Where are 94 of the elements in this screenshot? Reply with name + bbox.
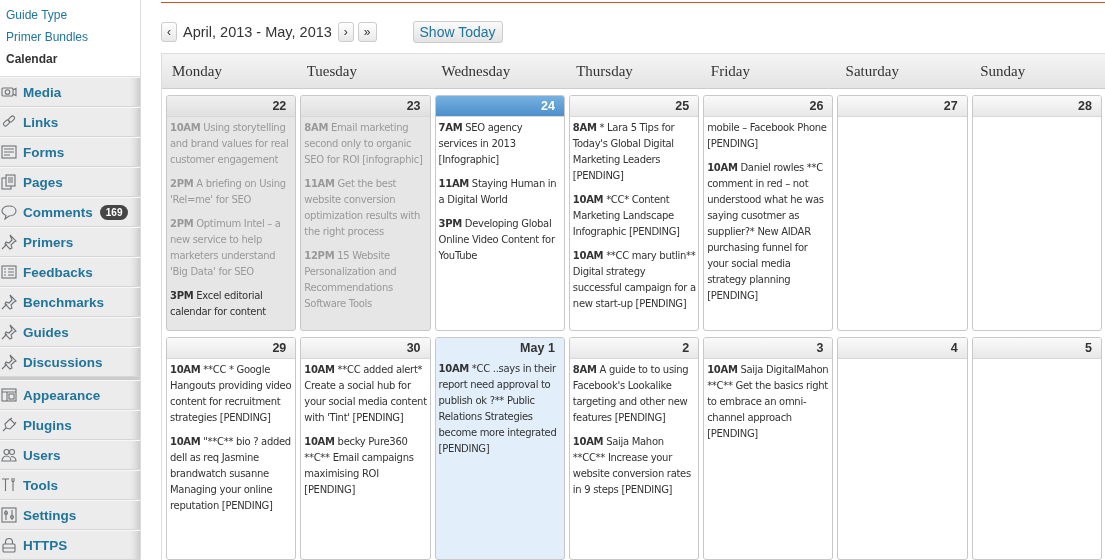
submenu-link[interactable]: Primer Bundles bbox=[0, 26, 140, 48]
settings-icon bbox=[1, 507, 17, 523]
plug-icon bbox=[1, 417, 17, 433]
day-number: 2 bbox=[569, 338, 699, 359]
event-entry[interactable]: 7AM SEO agency services in 2013 [Infographic] bbox=[438, 120, 562, 168]
form-icon bbox=[1, 144, 17, 160]
event-entry[interactable]: 10AM "**C** bio ? added dell as req Jasmine brandwatch susanne Managing your online reputation [PENDING] bbox=[170, 434, 294, 514]
submenu-link[interactable]: Guide Type bbox=[0, 4, 140, 26]
pushpin-icon bbox=[1, 234, 17, 250]
day-number: 3 bbox=[704, 338, 833, 359]
event-entry[interactable]: mobile – Facebook Phone [PENDING] bbox=[707, 120, 831, 152]
menu-item[interactable]: Links bbox=[0, 107, 140, 137]
day-number: 4 bbox=[838, 338, 967, 359]
day-number: 5 bbox=[972, 338, 1101, 359]
menu-label: Benchmarks bbox=[23, 294, 105, 310]
weekday-header: Sunday bbox=[979, 62, 1027, 80]
menu-label: Forms bbox=[23, 144, 65, 160]
event-entry[interactable]: 3PM Excel editorial calendar for content bbox=[170, 288, 294, 320]
event-entry[interactable]: 8AM * Lara 5 Tips for Today's Global Digital Marketing Leaders [PENDING] bbox=[572, 120, 697, 184]
submenu-link[interactable]: Calendar bbox=[0, 48, 140, 70]
day-number: 25 bbox=[569, 96, 699, 117]
count-badge: 169 bbox=[99, 204, 129, 220]
weekday-header: Wednesday bbox=[440, 62, 512, 80]
day-number: 24 bbox=[435, 96, 564, 117]
menu-item[interactable]: HTTPS bbox=[0, 530, 140, 560]
menu-item[interactable]: Guides bbox=[0, 317, 140, 347]
menu-item[interactable]: Primers bbox=[0, 227, 140, 257]
day-number: 28 bbox=[972, 96, 1101, 117]
skip-forward-button[interactable]: » bbox=[357, 22, 377, 42]
menu-item[interactable]: Pages bbox=[0, 167, 140, 197]
speech-bubble-icon bbox=[1, 204, 17, 220]
event-entry[interactable]: 10AM *CC ..says in their report need approval to publish ok ?** Public Relations Strategies become more integrated [PENDING] bbox=[438, 361, 562, 457]
menu-label: Settings bbox=[23, 507, 77, 523]
menu-label: Comments bbox=[23, 204, 93, 220]
show-today-button[interactable]: Show Today bbox=[412, 21, 503, 43]
menu-label: Primers bbox=[23, 234, 74, 250]
menu-label: Discussions bbox=[23, 354, 103, 370]
weekday-header: Saturday bbox=[844, 62, 900, 80]
previous-button[interactable]: ‹ bbox=[161, 22, 177, 42]
event-entry[interactable]: 10AM **CC * Google Hangouts providing video content for recruitment strategies [PENDING] bbox=[170, 362, 294, 426]
next-button[interactable]: › bbox=[337, 22, 354, 42]
menu-label: Feedbacks bbox=[23, 264, 93, 280]
users-icon bbox=[1, 447, 17, 463]
menu-item[interactable]: Feedbacks bbox=[0, 257, 140, 287]
layout-icon bbox=[1, 387, 17, 403]
menu-item[interactable]: Forms bbox=[0, 137, 140, 167]
day-number: 30 bbox=[301, 338, 430, 359]
weekday-header: Friday bbox=[709, 62, 751, 80]
event-entry[interactable]: 3PM Developing Global Online Video Content for YouTube bbox=[438, 216, 562, 264]
menu-item[interactable]: Settings bbox=[0, 500, 140, 530]
day-number: 22 bbox=[167, 96, 296, 117]
menu-label: Tools bbox=[23, 477, 58, 493]
day-number: 29 bbox=[167, 338, 296, 359]
menu-item[interactable]: Discussions bbox=[0, 347, 140, 377]
menu-item[interactable]: Media bbox=[0, 77, 140, 107]
event-entry[interactable]: 10AM **CC mary butlin** Digital strategy successful campaign for a new start-up [PENDING] bbox=[572, 248, 697, 312]
event-entry[interactable]: 10AM **CC added alert* Create a social hub for your social media content with 'Tint' [PENDING] bbox=[304, 362, 428, 426]
menu-label: Plugins bbox=[23, 417, 72, 433]
pushpin-icon bbox=[1, 294, 17, 310]
event-entry[interactable]: 10AM Daniel rowles **C comment in red – not understood what he was saying cusotmer as supplier?* New AIDAR purchasing funnel for your social media strategy planning [PENDING] bbox=[707, 160, 831, 304]
day-number: 27 bbox=[838, 96, 967, 117]
event-entry[interactable]: 10AM becky Pure360 **C** Email campaigns maximising ROI [PENDING] bbox=[304, 434, 428, 498]
menu-item[interactable]: Users bbox=[0, 440, 140, 470]
event-entry[interactable]: 10AM Saija Mahon **CC** Increase your website conversion rates in 9 steps [PENDING] bbox=[572, 434, 697, 498]
weekday-header: Thursday bbox=[575, 62, 634, 80]
chain-icon bbox=[1, 114, 17, 130]
menu-label: HTTPS bbox=[23, 537, 68, 553]
tools-icon bbox=[1, 477, 17, 493]
list-icon bbox=[1, 264, 17, 280]
date-range: April, 2013 - May, 2013 bbox=[183, 24, 332, 40]
pushpin-icon bbox=[1, 354, 17, 370]
day-number: May 1 bbox=[435, 338, 564, 358]
weekday-header: Monday bbox=[171, 62, 223, 80]
menu-label: Links bbox=[23, 114, 59, 130]
padlock-icon bbox=[1, 537, 17, 553]
menu-label: Guides bbox=[23, 324, 69, 340]
menu-item[interactable]: Appearance bbox=[0, 380, 140, 410]
event-entry[interactable]: 10AM *CC* Content Marketing Landscape Infographic [PENDING] bbox=[572, 192, 697, 240]
menu-label: Appearance bbox=[23, 387, 101, 403]
day-number: 23 bbox=[301, 96, 430, 117]
menu-item[interactable]: Tools bbox=[0, 470, 140, 500]
menu-label: Pages bbox=[23, 174, 63, 190]
weekday-header: Tuesday bbox=[305, 62, 358, 80]
menu-item[interactable]: Comments 169 bbox=[0, 197, 140, 227]
day-number: 26 bbox=[704, 96, 833, 117]
camera-icon bbox=[1, 84, 17, 100]
pushpin-icon bbox=[1, 324, 17, 340]
menu-label: Media bbox=[23, 84, 62, 100]
menu-item[interactable]: Benchmarks bbox=[0, 287, 140, 317]
event-entry[interactable]: 8AM A guide to to using Facebook's Lookalike targeting and other new features [PENDING] bbox=[572, 362, 697, 426]
event-entry[interactable]: 10AM Saija DigitalMahon **C** Get the basics right to embrace an omni-channel approach [PENDING] bbox=[707, 362, 831, 442]
menu-item[interactable]: Plugins bbox=[0, 410, 140, 440]
menu-label: Users bbox=[23, 447, 61, 463]
event-entry[interactable]: 11AM Staying Human in a Digital World bbox=[438, 176, 562, 208]
